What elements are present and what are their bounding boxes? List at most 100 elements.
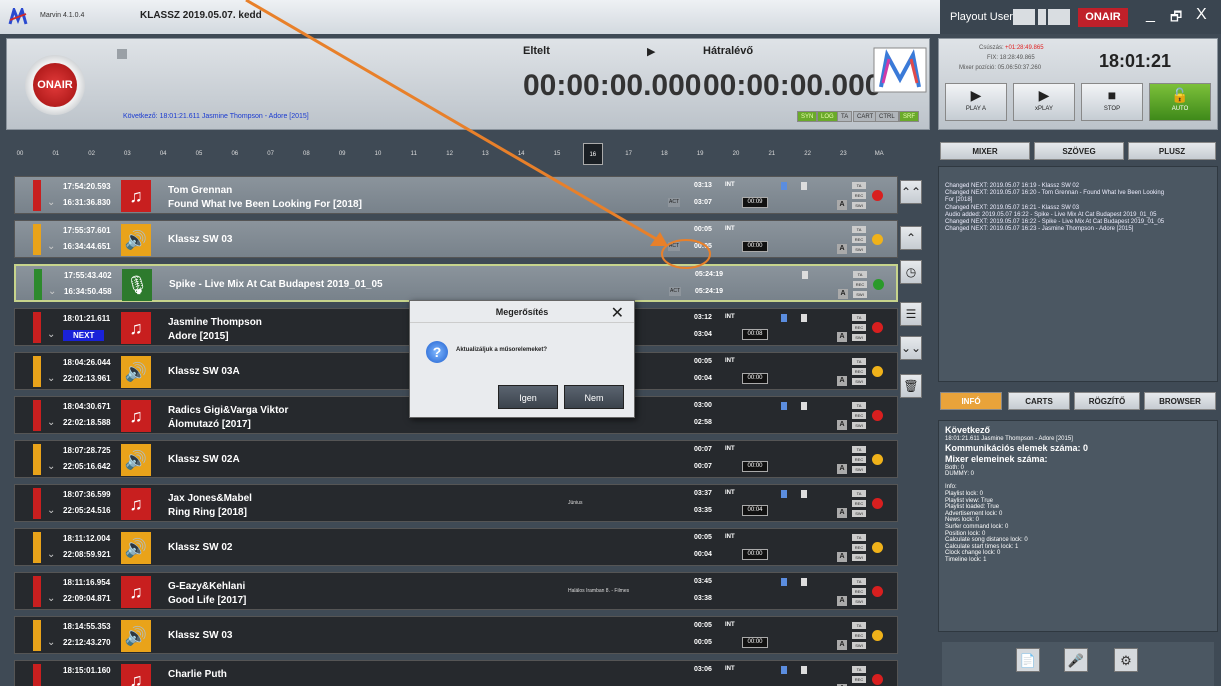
expand-chevron-icon[interactable]: ⌄ bbox=[47, 461, 55, 472]
hour-05[interactable]: 05 bbox=[189, 143, 209, 165]
ta-button[interactable]: TA bbox=[852, 402, 866, 409]
swi-button[interactable]: SWI bbox=[852, 598, 866, 605]
rec-button[interactable]: REC bbox=[852, 588, 866, 595]
dialog-close-icon[interactable]: ✕ bbox=[611, 303, 624, 323]
hour-08[interactable]: 08 bbox=[296, 143, 316, 165]
onair-button[interactable]: ONAIR bbox=[25, 55, 85, 115]
swi-button[interactable]: SWI bbox=[853, 291, 867, 298]
hour-18[interactable]: 18 bbox=[654, 143, 674, 165]
playlist-row[interactable]: 18:15:01.160⌄♫Charlie Puth03:06INTATAREC… bbox=[14, 660, 898, 686]
notes-icon[interactable] bbox=[801, 314, 807, 322]
ta-button[interactable]: TA bbox=[852, 490, 866, 497]
playlist-row[interactable]: 18:14:55.353 ⌄ 22:12:43.270 🔊 Klassz SW 03 00… bbox=[14, 616, 898, 654]
stop-button[interactable]: ■ STOP bbox=[1081, 83, 1143, 121]
hour-12[interactable]: 12 bbox=[440, 143, 460, 165]
hour-15[interactable]: 15 bbox=[547, 143, 567, 165]
document-icon[interactable]: 📄 bbox=[1016, 648, 1040, 672]
expand-chevron-icon[interactable]: ⌄ bbox=[47, 197, 55, 208]
rec-button[interactable]: REC bbox=[852, 456, 866, 463]
expand-chevron-icon[interactable]: ⌄ bbox=[47, 549, 55, 560]
hour-10[interactable]: 10 bbox=[368, 143, 388, 165]
tab-szoveg[interactable]: SZÖVEG bbox=[1034, 142, 1124, 160]
hour-17[interactable]: 17 bbox=[619, 143, 639, 165]
rec-button[interactable]: REC bbox=[852, 368, 866, 375]
a-button[interactable]: A bbox=[837, 596, 847, 606]
rec-button[interactable]: REC bbox=[853, 281, 867, 288]
yes-button[interactable]: Igen bbox=[498, 385, 558, 409]
a-button[interactable]: A bbox=[837, 552, 847, 562]
scroll-bottom-icon[interactable]: ⌄⌄ bbox=[900, 336, 922, 360]
ta-button[interactable]: TA bbox=[852, 534, 866, 541]
settings-gear-icon[interactable]: ⚙ bbox=[1114, 648, 1138, 672]
expand-chevron-icon[interactable]: ⌄ bbox=[47, 593, 55, 604]
swi-button[interactable]: SWI bbox=[852, 642, 866, 649]
file-icon[interactable] bbox=[781, 490, 787, 498]
playlist-row[interactable]: 18:11:12.004 ⌄ 22:08:59.921 🔊 Klassz SW 02 00… bbox=[14, 528, 898, 566]
hour-04[interactable]: 04 bbox=[153, 143, 173, 165]
scroll-top-icon[interactable]: ⌃⌃ bbox=[900, 180, 922, 204]
playout-user[interactable]: Playout User bbox=[950, 11, 1013, 23]
hour-02[interactable]: 02 bbox=[82, 143, 102, 165]
file-icon[interactable] bbox=[781, 578, 787, 586]
notes-icon[interactable] bbox=[801, 490, 807, 498]
tab-mixer[interactable]: MIXER bbox=[940, 142, 1030, 160]
microphone-icon[interactable]: 🎤 bbox=[1064, 648, 1088, 672]
notes-icon[interactable] bbox=[801, 402, 807, 410]
swi-button[interactable]: SWI bbox=[852, 510, 866, 517]
rec-button[interactable]: REC bbox=[852, 632, 866, 639]
swi-button[interactable]: SWI bbox=[852, 202, 866, 209]
hour-MA[interactable]: MA bbox=[869, 143, 889, 165]
tab-carts[interactable]: CARTS bbox=[1008, 392, 1070, 410]
notes-icon[interactable] bbox=[801, 182, 807, 190]
tab-plusz[interactable]: PLUSZ bbox=[1128, 142, 1216, 160]
clock-icon[interactable]: ◷ bbox=[900, 260, 922, 284]
swi-button[interactable]: SWI bbox=[852, 378, 866, 385]
file-icon[interactable] bbox=[781, 402, 787, 410]
file-icon[interactable] bbox=[781, 666, 787, 674]
expand-chevron-icon[interactable]: ⌄ bbox=[47, 373, 55, 384]
swi-button[interactable]: SWI bbox=[852, 422, 866, 429]
list-icon[interactable]: ☰ bbox=[900, 302, 922, 326]
playlist-row[interactable]: 17:54:20.593 ⌄ 16:31:36.830 ♫ Tom Grennan Fou… bbox=[14, 176, 898, 214]
playlist-row[interactable]: 18:07:28.725 ⌄ 22:05:16.642 🔊 Klassz SW 02A 0… bbox=[14, 440, 898, 478]
notes-icon[interactable] bbox=[801, 666, 807, 674]
hour-03[interactable]: 03 bbox=[117, 143, 137, 165]
swi-button[interactable]: SWI bbox=[852, 466, 866, 473]
ta-button[interactable]: TA bbox=[852, 226, 866, 233]
file-icon[interactable] bbox=[781, 314, 787, 322]
restore-button[interactable]: 🗗 bbox=[1170, 8, 1182, 30]
ta-button[interactable]: TA bbox=[852, 666, 866, 673]
ta-button[interactable]: TA bbox=[852, 446, 866, 453]
tab-browser[interactable]: BROWSER bbox=[1144, 392, 1216, 410]
swi-button[interactable]: SWI bbox=[852, 334, 866, 341]
expand-chevron-icon[interactable]: ⌄ bbox=[47, 505, 55, 516]
playlist-row[interactable]: 18:11:16.954 ⌄ 22:09:04.871 ♫ G-Eazy&Kehlani… bbox=[14, 572, 898, 610]
scroll-up-icon[interactable]: ⌃ bbox=[900, 226, 922, 250]
notes-icon[interactable] bbox=[801, 578, 807, 586]
ta-button[interactable]: TA bbox=[852, 578, 866, 585]
playlist-row[interactable]: 18:07:36.599 ⌄ 22:05:24.516 ♫ Jax Jones&Mabe… bbox=[14, 484, 898, 522]
expand-chevron-icon[interactable]: ⌄ bbox=[47, 681, 55, 686]
expand-chevron-icon[interactable]: ⌄ bbox=[47, 637, 55, 648]
hour-09[interactable]: 09 bbox=[332, 143, 352, 165]
a-button[interactable]: A bbox=[837, 244, 847, 254]
ta-button[interactable]: TA bbox=[852, 314, 866, 321]
play-a-button[interactable]: ▶ PLAY A bbox=[945, 83, 1007, 121]
act-badge[interactable]: ACT bbox=[668, 242, 680, 251]
ta-button[interactable]: TA bbox=[852, 358, 866, 365]
notes-icon[interactable] bbox=[802, 271, 808, 279]
a-button[interactable]: A bbox=[837, 200, 847, 210]
a-button[interactable]: A bbox=[837, 332, 847, 342]
rec-button[interactable]: REC bbox=[852, 676, 866, 683]
a-button[interactable]: A bbox=[837, 640, 847, 650]
playlist-row[interactable]: 17:55:43.402 ⌄ 16:34:50.458 🎙 Spike - Live M… bbox=[14, 264, 898, 302]
hour-14[interactable]: 14 bbox=[511, 143, 531, 165]
close-button[interactable]: X bbox=[1196, 6, 1207, 24]
hour-22[interactable]: 22 bbox=[798, 143, 818, 165]
hour-16[interactable]: 16 bbox=[582, 143, 603, 165]
hour-07[interactable]: 07 bbox=[261, 143, 281, 165]
expand-chevron-icon[interactable]: ⌄ bbox=[47, 329, 55, 340]
file-icon[interactable] bbox=[781, 182, 787, 190]
ta-button[interactable]: TA bbox=[852, 622, 866, 629]
a-button[interactable]: A bbox=[837, 508, 847, 518]
